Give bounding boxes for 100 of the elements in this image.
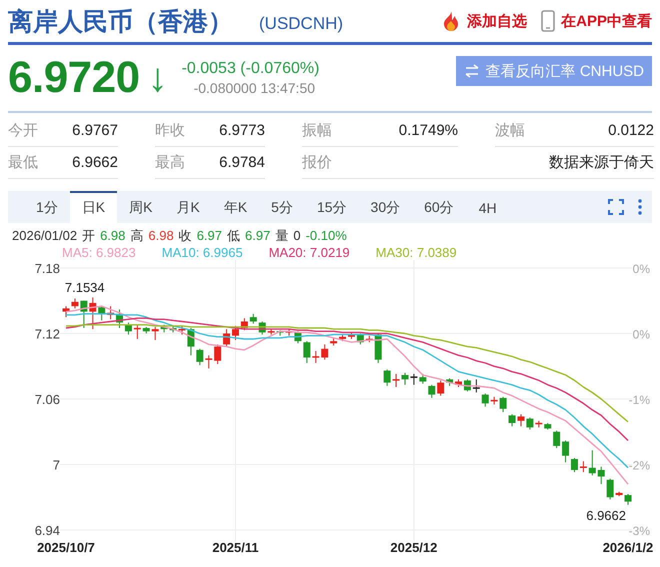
candlestick <box>240 318 248 331</box>
period-tab[interactable]: 30分 <box>358 191 412 223</box>
candlestick <box>107 306 114 320</box>
stat-value: 0.0122 <box>608 122 654 139</box>
field-value: 6.97 <box>196 228 222 243</box>
phone-icon <box>541 10 556 32</box>
date-axis-label: 2025/12 <box>390 540 438 555</box>
candlestick <box>80 300 88 329</box>
field-label: 低 <box>227 226 240 244</box>
change-percent: -0.10% <box>306 228 347 243</box>
candlestick <box>616 491 623 497</box>
candlestick <box>330 337 338 346</box>
stat-label: 昨收 <box>155 121 185 140</box>
field-label: 高 <box>130 226 144 244</box>
percent-axis-label: -3% <box>628 524 650 538</box>
period-tab[interactable]: 年K <box>212 191 260 223</box>
candlestick <box>446 378 454 386</box>
candlestick <box>455 378 462 388</box>
candlestick <box>366 335 373 343</box>
candlestick <box>464 378 471 392</box>
period-tab[interactable]: 周K <box>117 191 164 223</box>
ma-legend-label: MA10: 6.9965 <box>162 244 243 260</box>
candlestick <box>321 344 328 360</box>
high-price-label: 7.1534 <box>64 280 105 295</box>
date-axis-label: 2025/11 <box>212 540 259 555</box>
current-price: 6.9720 <box>8 53 140 103</box>
candlestick <box>62 306 70 318</box>
stat-label: 最低 <box>8 153 38 172</box>
candlestick <box>535 420 542 428</box>
candlestick <box>606 478 614 500</box>
candlestick <box>472 378 480 393</box>
candlestick <box>142 326 150 334</box>
action-link[interactable]: 添加自选 <box>441 10 528 32</box>
candlestick <box>250 313 257 324</box>
candlestick <box>160 324 168 333</box>
percent-axis-label: 0% <box>632 328 650 342</box>
period-tab[interactable]: 5分 <box>259 191 305 223</box>
update-time: -0.080000 13:47:50 <box>194 80 316 96</box>
stat-value: 6.9784 <box>219 154 265 171</box>
candlestick <box>437 380 444 396</box>
candlestick <box>598 466 605 485</box>
field-value: 0 <box>293 228 301 243</box>
candlestick <box>303 340 310 364</box>
candlestick <box>490 396 498 405</box>
candlestick <box>624 493 632 506</box>
candlestick <box>356 333 364 345</box>
stat-value: 6.9773 <box>219 122 265 139</box>
period-tab[interactable]: 月K <box>164 191 212 223</box>
price-axis-label: 7.12 <box>34 326 60 342</box>
candlestick <box>588 450 596 476</box>
candlestick <box>384 369 391 386</box>
percent-axis-label: -2% <box>628 458 650 472</box>
candlestick <box>482 393 489 408</box>
price-axis-label: 6.94 <box>34 523 60 538</box>
currency-code: (USDCNH) <box>259 14 344 34</box>
period-tab[interactable]: 60分 <box>412 191 466 223</box>
candlestick <box>152 326 159 341</box>
period-tab[interactable]: 4H <box>466 191 510 223</box>
price-change: -0.0053 (-0.0760%) <box>182 60 320 78</box>
price-axis-label: 7 <box>52 458 60 472</box>
ma-legend-label: MA30: 7.0389 <box>376 244 457 260</box>
period-tab[interactable]: 15分 <box>304 191 359 223</box>
candlestick <box>196 348 204 366</box>
candlestick <box>312 350 320 364</box>
page-title: 离岸人民币（香港） <box>8 6 233 38</box>
bar-date: 2026/01/02 <box>12 228 78 243</box>
candlestick <box>428 384 436 398</box>
candlestick <box>544 422 552 430</box>
candlestick <box>205 354 212 369</box>
candlestick <box>258 321 266 336</box>
stat-value: 数据来源于倚天 <box>549 153 654 172</box>
price-axis-label: 7.18 <box>34 261 60 276</box>
field-label: 量 <box>275 226 288 244</box>
candlestick <box>410 373 418 386</box>
candlestick <box>268 328 275 336</box>
candlestick <box>223 328 230 348</box>
stat-label: 波幅 <box>495 121 525 140</box>
action-link[interactable]: 在APP中查看 <box>541 10 652 32</box>
date-axis-label: 2026/1/2 <box>602 540 654 555</box>
field-value: 6.98 <box>100 228 126 243</box>
fullscreen-icon[interactable] <box>608 199 624 215</box>
candlestick <box>89 296 96 330</box>
candlestick <box>553 430 560 449</box>
candlestick <box>134 324 141 340</box>
candlestick <box>98 306 106 321</box>
candlestick <box>214 344 222 365</box>
more-icon[interactable] <box>638 199 642 215</box>
stat-value: 6.9662 <box>72 154 118 171</box>
candlestick <box>580 460 587 473</box>
field-label: 开 <box>82 226 96 244</box>
period-tab[interactable]: 1分 <box>24 191 70 223</box>
stat-value: 0.1749% <box>398 122 458 139</box>
stat-label: 振幅 <box>302 121 332 140</box>
candlestick <box>71 298 78 309</box>
percent-axis-label: -1% <box>628 393 650 407</box>
field-value: 6.97 <box>245 228 270 243</box>
period-tab[interactable]: 日K <box>70 191 118 223</box>
candlestick <box>526 417 534 430</box>
ma-legend-label: MA20: 7.0219 <box>268 244 350 260</box>
stat-label: 最高 <box>155 153 185 172</box>
